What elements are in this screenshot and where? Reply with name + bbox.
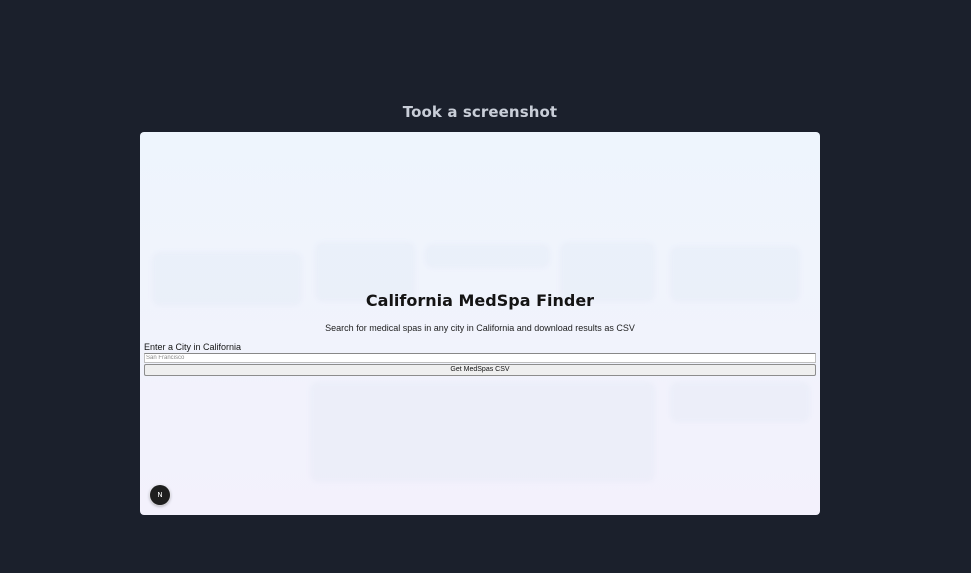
- nextjs-devtools-icon[interactable]: N: [150, 485, 170, 505]
- page-title: California MedSpa Finder: [365, 291, 595, 310]
- page-subtitle: Search for medical spas in any city in C…: [325, 323, 635, 333]
- background-ghost-card: [310, 382, 655, 482]
- screenshot-caption: Took a screenshot: [402, 103, 558, 121]
- get-medspas-csv-button[interactable]: Get MedSpas CSV: [144, 364, 816, 376]
- screenshot-frame: California MedSpa Finder Search for medi…: [140, 132, 820, 515]
- city-field-label: Enter a City in California: [144, 342, 242, 352]
- background-ghost-card: [670, 382, 810, 422]
- background-ghost-card: [425, 244, 550, 268]
- city-input[interactable]: [144, 353, 816, 363]
